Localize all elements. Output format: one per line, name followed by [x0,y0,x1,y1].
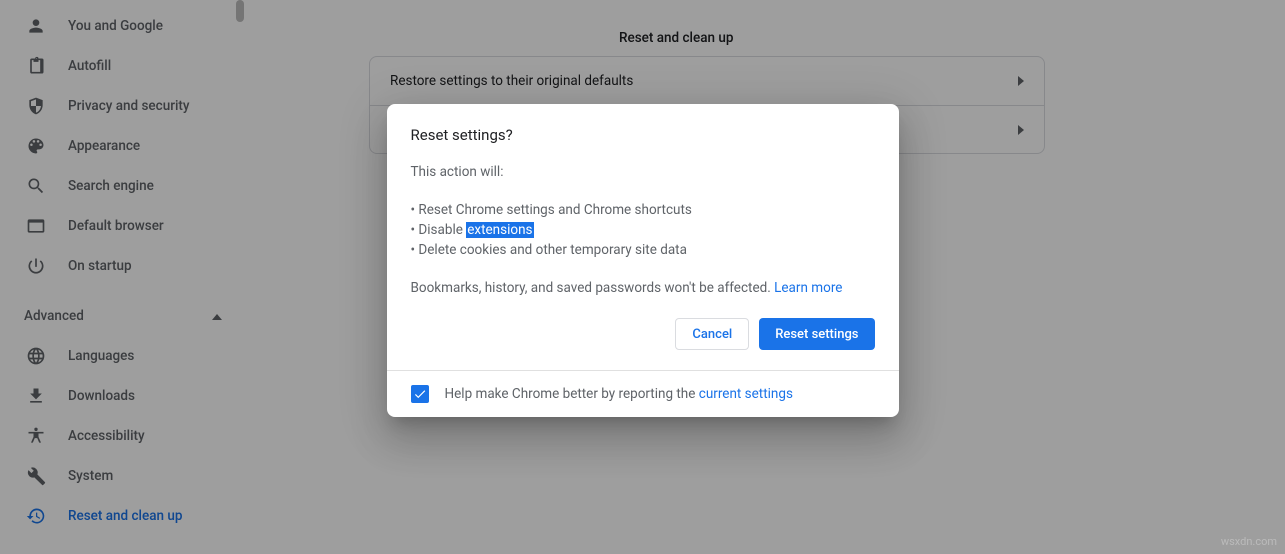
reset-settings-dialog: Reset settings? This action will: Reset … [387,104,899,417]
bullet-reset: Reset Chrome settings and Chrome shortcu… [411,200,875,220]
highlighted-text: extensions [466,222,533,238]
current-settings-link[interactable]: current settings [699,386,793,402]
dialog-title: Reset settings? [411,126,875,144]
bullet-disable: Disable extensions [411,220,875,240]
dialog-intro: This action will: [411,162,875,182]
dialog-text: This action will: Reset Chrome settings … [411,162,875,298]
watermark: wsxdn.com [1221,535,1277,548]
modal-overlay: Reset settings? This action will: Reset … [0,0,1285,554]
bullet-delete: Delete cookies and other temporary site … [411,240,875,260]
footer-text: Help make Chrome better by reporting the… [445,386,793,402]
cancel-button[interactable]: Cancel [675,318,749,350]
dialog-footer: Help make Chrome better by reporting the… [387,370,899,417]
dialog-note: Bookmarks, history, and saved passwords … [411,278,875,298]
reset-settings-button[interactable]: Reset settings [759,318,874,350]
learn-more-link[interactable]: Learn more [774,280,842,296]
report-checkbox[interactable] [411,385,429,403]
